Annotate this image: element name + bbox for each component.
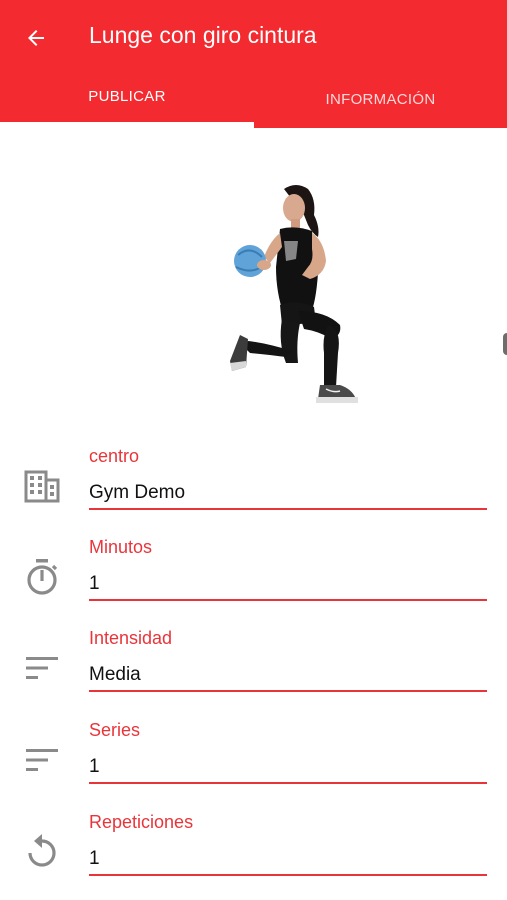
replay-icon [22,832,62,872]
field-label: Intensidad [89,628,173,648]
field-intensidad: Intensidad [0,628,507,708]
series-input[interactable] [89,752,487,782]
field-underline [89,690,487,692]
tab-label: INFORMACIÓN [325,91,436,108]
field-minutos: Minutos [0,537,507,617]
sort-lines-icon [22,648,62,688]
page-title: Lunge con giro cintura [89,22,317,48]
tab-label: PUBLICAR [88,88,166,105]
field-label: Minutos [89,537,153,557]
lunge-figure-illustration [230,185,358,403]
repeticiones-input[interactable] [89,844,487,874]
field-series: Series [0,720,507,800]
field-repeticiones: Repeticiones [0,812,507,892]
exercise-image [200,175,370,415]
field-underline [89,508,487,510]
scroll-edge-indicator [503,333,507,355]
active-tab-indicator [0,122,254,128]
building-icon [22,466,62,506]
sort-lines-icon [22,740,62,780]
field-underline [89,599,487,601]
intensidad-input[interactable] [89,660,487,690]
app-bar: Lunge con giro cintura PUBLICAR INFORMAC… [0,0,507,128]
field-underline [89,782,487,784]
minutos-input[interactable] [89,569,487,599]
field-label: Repeticiones [89,812,194,832]
field-centro: centro [0,446,507,526]
centro-input[interactable] [89,478,487,508]
field-label: Series [89,720,141,740]
tab-informacion[interactable]: INFORMACIÓN [254,91,507,131]
back-button[interactable] [18,20,54,56]
timer-icon [22,557,62,597]
field-label: centro [89,446,140,466]
arrow-left-icon [28,30,44,46]
field-underline [89,874,487,876]
